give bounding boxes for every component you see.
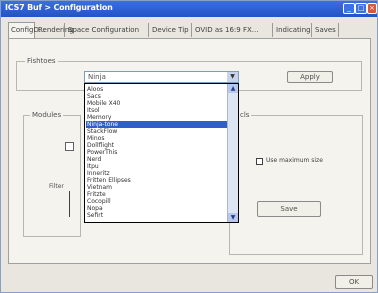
preset-select-value: Ninja	[88, 73, 106, 81]
dropdown-option[interactable]: Itsol	[87, 107, 100, 114]
dropdown-option[interactable]: Nopa	[87, 205, 103, 212]
dropdown-option[interactable]: Ninja-tone	[87, 121, 118, 128]
dropdown-option[interactable]: Fritzte	[87, 191, 106, 198]
window-title: ICS7 Buf > Configuration	[5, 3, 113, 12]
apply-button[interactable]: Apply	[287, 71, 333, 83]
maximize-button[interactable]: □	[355, 3, 367, 14]
tab-space-configuration[interactable]: Space Configuration	[66, 23, 149, 37]
dropdown-option[interactable]: Dollflight	[87, 142, 114, 149]
ok-button[interactable]: OK	[335, 275, 373, 289]
dropdown-option[interactable]: Mobile X40	[87, 100, 120, 107]
dropdown-option[interactable]: Aloos	[87, 86, 103, 93]
minimize-icon: _	[347, 4, 351, 12]
tab-config[interactable]: ConfigD...	[8, 22, 46, 38]
preset-dropdown-list[interactable]: Aloos Sacs Mobile X40 Itsol Memory Ninja-tone…	[84, 83, 239, 223]
tab-device-tip[interactable]: Device Tip	[150, 23, 192, 37]
dropdown-option[interactable]: StackFlow	[87, 128, 117, 135]
title-bar[interactable]: ICS7 Buf > Configuration _ □ ×	[1, 1, 377, 17]
tab-ovid[interactable]: OVID as 16:9 FX...	[193, 23, 273, 37]
dropdown-scrollbar[interactable]: ▲ ▼	[227, 84, 238, 222]
tab-rendering[interactable]: Rendering	[36, 23, 74, 37]
group-label: Fishtoes	[25, 57, 58, 65]
small-checkbox[interactable]	[65, 142, 74, 151]
dropdown-option[interactable]: Nerd	[87, 156, 101, 163]
dropdown-option[interactable]: Minos	[87, 135, 104, 142]
dropdown-option[interactable]: Sefirt	[87, 212, 103, 219]
configuration-window: ICS7 Buf > Configuration _ □ × ConfigD..…	[0, 0, 378, 293]
dropdown-option[interactable]: Itpu	[87, 163, 99, 170]
scroll-down-icon[interactable]: ▼	[228, 213, 238, 222]
options-label: cls	[238, 111, 252, 119]
preset-select[interactable]: Ninja ▼	[84, 71, 239, 83]
dropdown-option[interactable]: Memory	[87, 114, 111, 121]
close-button[interactable]: ×	[367, 3, 377, 14]
use-max-checkbox[interactable]	[256, 158, 263, 165]
dropdown-option[interactable]: Sacs	[87, 93, 101, 100]
modules-label: Modules	[30, 111, 64, 119]
save-button[interactable]: Save	[257, 201, 321, 217]
close-icon: ×	[369, 4, 375, 12]
filter-caption: Filter	[49, 183, 64, 190]
dropdown-option[interactable]: PowerThis	[87, 149, 117, 156]
scroll-up-icon[interactable]: ▲	[228, 84, 238, 93]
tab-indicating[interactable]: Indicating	[274, 23, 312, 37]
divider-line	[69, 191, 70, 217]
chevron-down-icon[interactable]: ▼	[227, 72, 238, 82]
minimize-button[interactable]: _	[343, 3, 355, 14]
dropdown-option[interactable]: Fritten Ellipses	[87, 177, 131, 184]
tab-saves[interactable]: Saves	[313, 23, 339, 37]
dropdown-option[interactable]: Vietnam	[87, 184, 112, 191]
dropdown-option[interactable]: Inneritz	[87, 170, 110, 177]
modules-group: Modules	[23, 111, 81, 237]
dropdown-option[interactable]: Cocopill	[87, 198, 111, 205]
options-group: cls	[229, 111, 363, 255]
use-max-label: Use maximum size	[266, 157, 323, 164]
maximize-icon: □	[357, 4, 365, 12]
